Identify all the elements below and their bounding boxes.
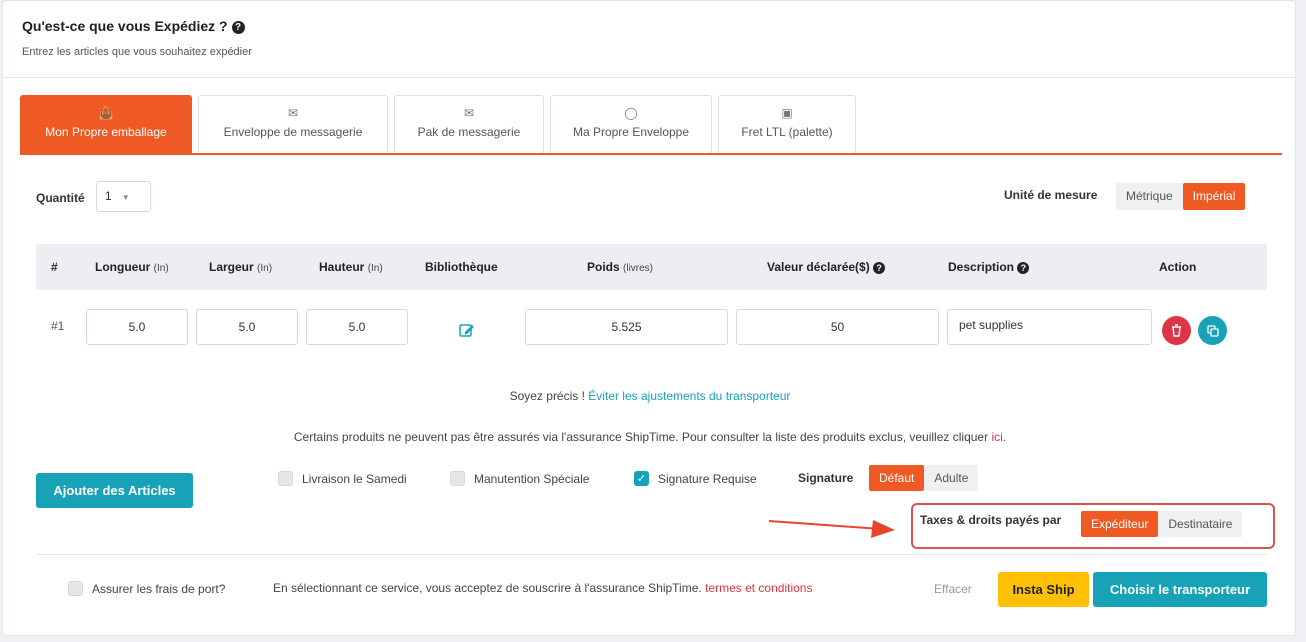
length-input[interactable]: 5.0 bbox=[86, 309, 188, 345]
footer-divider bbox=[36, 554, 1267, 555]
page-subtitle: Entrez les articles que vous souhaitez e… bbox=[22, 46, 252, 58]
delete-button[interactable] bbox=[1162, 316, 1191, 345]
arrow-annotation bbox=[769, 520, 895, 538]
declared-value-input[interactable]: 50 bbox=[736, 309, 939, 345]
duties-toggle: Expéditeur Destinataire bbox=[1081, 511, 1243, 537]
col-weight: Poids (livres) bbox=[587, 260, 654, 274]
col-num: # bbox=[51, 260, 58, 274]
edit-icon[interactable] bbox=[459, 322, 475, 338]
check-icon: ✓ bbox=[636, 473, 647, 485]
terms-link[interactable]: termes et conditions bbox=[705, 581, 812, 595]
saturday-checkbox[interactable] bbox=[278, 471, 293, 486]
description-input[interactable]: pet supplies bbox=[947, 309, 1152, 345]
shipment-card: Qu'est-ce que vous Expédiez ? ? Entrez l… bbox=[2, 0, 1296, 636]
quantity-label: Quantité bbox=[36, 191, 85, 205]
saturday-label: Livraison le Samedi bbox=[302, 472, 407, 486]
units-metric-button[interactable]: Métrique bbox=[1116, 183, 1183, 210]
excluded-products-link[interactable]: ici. bbox=[991, 430, 1006, 444]
tab-courier-pak[interactable]: ✉ Pak de messagerie bbox=[394, 95, 544, 154]
help-icon[interactable]: ? bbox=[231, 21, 245, 34]
duties-shipper-button[interactable]: Expéditeur bbox=[1081, 511, 1159, 537]
duplicate-button[interactable] bbox=[1198, 316, 1227, 345]
envelope-outline-icon: ✉ bbox=[287, 106, 299, 120]
add-items-button[interactable]: Ajouter des Articles bbox=[36, 473, 193, 508]
row-number: #1 bbox=[51, 319, 65, 333]
signature-label: Signature bbox=[798, 471, 854, 485]
clear-button[interactable]: Effacer bbox=[934, 582, 972, 596]
tabs-underline bbox=[20, 153, 1282, 155]
tab-label: Enveloppe de messagerie bbox=[223, 125, 363, 139]
col-width: Largeur (In) bbox=[209, 260, 273, 274]
quantity-value: 1 bbox=[105, 189, 112, 203]
duties-label: Taxes & droits payés par bbox=[920, 513, 1062, 527]
col-length: Longueur (In) bbox=[95, 260, 169, 274]
signature-required-label: Signature Requise bbox=[658, 472, 757, 486]
chevron-down-icon: ▼ bbox=[121, 193, 130, 202]
insta-ship-button[interactable]: Insta Ship bbox=[998, 572, 1089, 607]
height-input[interactable]: 5.0 bbox=[306, 309, 408, 345]
tab-courier-envelope[interactable]: ✉ Enveloppe de messagerie bbox=[198, 95, 388, 154]
insure-terms-text: En sélectionnant ce service, vous accept… bbox=[273, 581, 813, 595]
signature-adult-button[interactable]: Adulte bbox=[924, 465, 979, 491]
tab-own-packaging[interactable]: 👜 Mon Propre emballage bbox=[20, 95, 192, 154]
signature-default-button[interactable]: Défaut bbox=[869, 465, 925, 491]
quantity-select[interactable]: 1 ▼ bbox=[96, 181, 151, 212]
shopping-bag-icon: 👜 bbox=[98, 106, 114, 120]
tab-label: Mon Propre emballage bbox=[45, 125, 167, 139]
insure-label: Assurer les frais de port? bbox=[92, 582, 226, 596]
envelope-solid-icon: ✉ bbox=[463, 106, 475, 120]
envelope-open-icon: ◯ bbox=[624, 106, 638, 120]
insure-checkbox[interactable] bbox=[68, 581, 83, 596]
special-handling-checkbox[interactable] bbox=[450, 471, 465, 486]
tab-label: Pak de messagerie bbox=[417, 125, 521, 139]
header-divider bbox=[3, 77, 1295, 78]
page-title: Qu'est-ce que vous Expédiez ? ? bbox=[22, 18, 245, 34]
units-imperial-button[interactable]: Impérial bbox=[1182, 183, 1246, 210]
weight-input[interactable]: 5.525 bbox=[525, 309, 728, 345]
width-input[interactable]: 5.0 bbox=[196, 309, 298, 345]
tab-label: Fret LTL (palette) bbox=[741, 125, 833, 139]
choose-carrier-button[interactable]: Choisir le transporteur bbox=[1093, 572, 1267, 607]
col-declared-value: Valeur déclarée($) ? bbox=[767, 260, 886, 274]
col-action: Action bbox=[1159, 260, 1197, 274]
signature-required-checkbox[interactable]: ✓ bbox=[634, 471, 649, 486]
units-label: Unité de mesure bbox=[1004, 188, 1098, 202]
precision-note: Soyez précis ! Éviter les ajustements du… bbox=[509, 389, 791, 403]
col-description: Description ? bbox=[948, 260, 1030, 274]
help-icon[interactable]: ? bbox=[1017, 262, 1030, 274]
tab-label: Ma Propre Enveloppe bbox=[572, 125, 690, 139]
trash-icon bbox=[1172, 324, 1181, 337]
tab-ltl-freight[interactable]: ▣ Fret LTL (palette) bbox=[718, 95, 856, 154]
cubes-icon: ▣ bbox=[781, 106, 793, 120]
copy-icon bbox=[1206, 325, 1219, 337]
tab-own-envelope[interactable]: ◯ Ma Propre Enveloppe bbox=[550, 95, 712, 154]
signature-toggle: Défaut Adulte bbox=[869, 465, 979, 491]
col-height: Hauteur (In) bbox=[319, 260, 383, 274]
duties-recipient-button[interactable]: Destinataire bbox=[1158, 511, 1243, 537]
units-toggle: Métrique Impérial bbox=[1116, 183, 1246, 210]
insurance-note: Certains produits ne peuvent pas être as… bbox=[293, 430, 1007, 444]
help-icon[interactable]: ? bbox=[873, 262, 886, 274]
avoid-adjustments-link[interactable]: Éviter les ajustements du transporteur bbox=[588, 389, 790, 403]
col-library: Bibliothèque bbox=[425, 260, 498, 274]
special-handling-label: Manutention Spéciale bbox=[474, 472, 590, 486]
